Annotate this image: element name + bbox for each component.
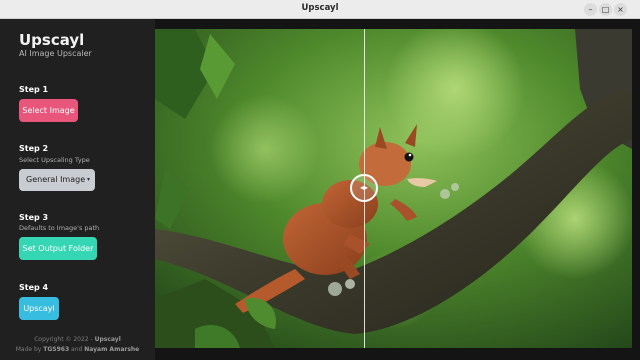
sidebar: Upscayl AI Image Upscaler Step 1 Select … [0, 19, 155, 360]
upscayl-button[interactable]: Upscayl [19, 297, 59, 320]
viewer-right-bar [632, 19, 640, 360]
app-window: Upscayl – □ × Upscayl AI Image Upscaler … [0, 0, 640, 360]
squirrel-photo [155, 29, 632, 348]
made-by-prefix: Made by [15, 346, 44, 353]
title-bar[interactable]: Upscayl – □ × [0, 0, 640, 19]
upscaling-type-value: General Image [26, 175, 86, 184]
chevron-down-icon: ▾ [86, 176, 90, 183]
image-comparison-viewer[interactable] [155, 29, 632, 348]
viewer-bottom-bar [155, 348, 640, 360]
step-2-description: Select Upscaling Type [19, 156, 90, 164]
app-name: Upscayl [19, 31, 85, 49]
step-2-title: Step 2 [19, 144, 49, 153]
upscaling-type-select[interactable]: General Image ▾ [19, 169, 95, 191]
compare-handle-icon[interactable]: ◂▸ [350, 174, 378, 202]
step-1-title: Step 1 [19, 85, 49, 94]
author-link-2[interactable]: Nayam Amarshe [84, 346, 139, 353]
select-image-button[interactable]: Select Image [19, 99, 78, 122]
copyright-name: Upscayl [94, 336, 121, 343]
set-output-folder-button[interactable]: Set Output Folder [19, 237, 97, 260]
made-by-and: and [69, 346, 85, 353]
copyright-prefix: Copyright © 2022 - [34, 336, 95, 343]
author-link-1[interactable]: TGS963 [43, 346, 69, 353]
maximize-button[interactable]: □ [599, 3, 612, 16]
app-subtitle: AI Image Upscaler [19, 49, 92, 58]
viewer-top-bar [155, 19, 640, 29]
window-title: Upscayl [301, 3, 339, 13]
step-3-title: Step 3 [19, 213, 49, 222]
step-4-title: Step 4 [19, 283, 49, 292]
copyright-text: Copyright © 2022 - Upscayl [0, 336, 155, 343]
made-by-text: Made by TGS963 and Nayam Amarshe [0, 346, 155, 353]
minimize-button[interactable]: – [584, 3, 597, 16]
step-3-description: Defaults to Image's path [19, 224, 100, 232]
close-button[interactable]: × [614, 3, 627, 16]
